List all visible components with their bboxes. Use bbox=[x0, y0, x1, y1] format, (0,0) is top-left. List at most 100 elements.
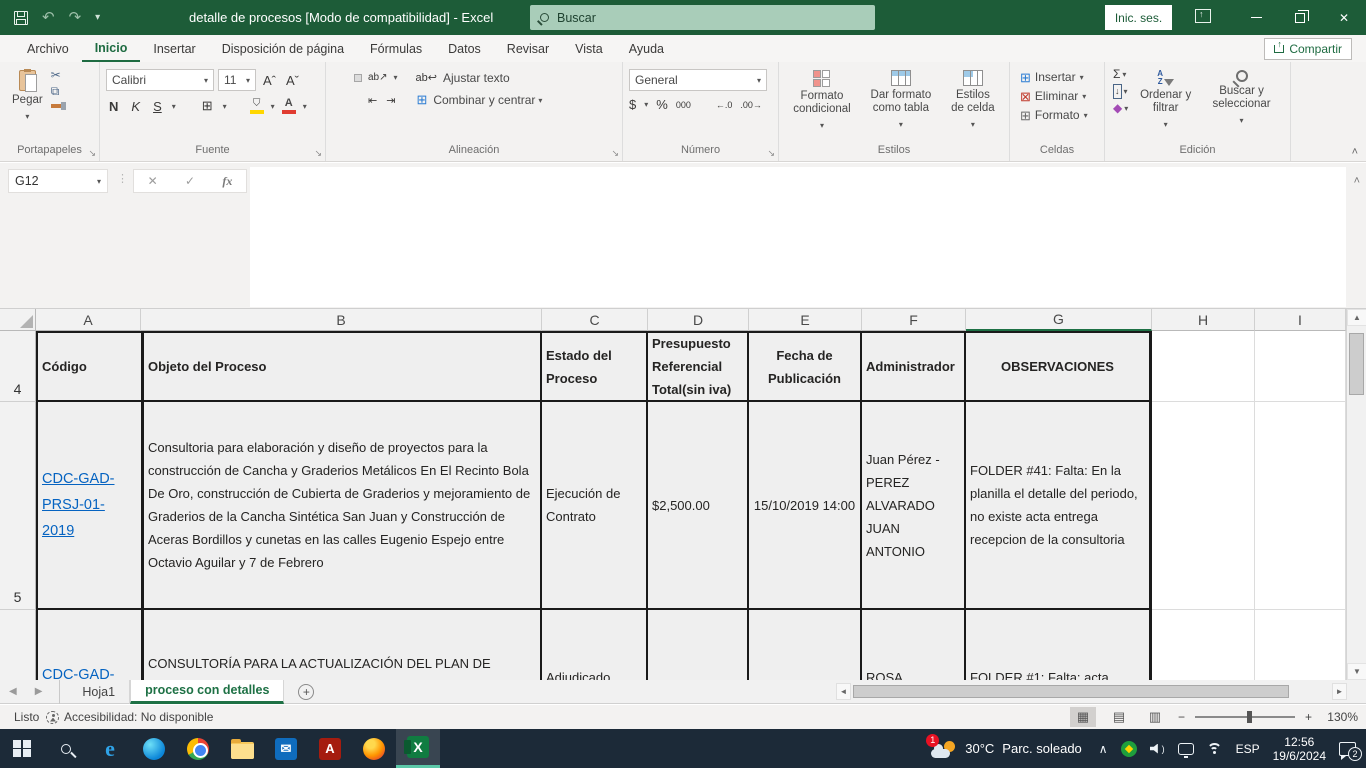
column-header-b[interactable]: B bbox=[141, 309, 542, 331]
underline-button[interactable]: S bbox=[150, 97, 165, 116]
scroll-right-icon[interactable]: ► bbox=[1332, 683, 1347, 700]
cell-i6[interactable] bbox=[1255, 610, 1346, 680]
tab-revisar[interactable]: Revisar bbox=[494, 35, 562, 62]
merge-center-button[interactable]: Combinar y centrar bbox=[433, 93, 535, 107]
column-header-f[interactable]: F bbox=[862, 309, 966, 331]
tab-disposicion[interactable]: Disposición de página bbox=[209, 35, 357, 62]
view-page-break-icon[interactable]: ▥ bbox=[1142, 707, 1168, 727]
cell-h5[interactable] bbox=[1152, 402, 1255, 610]
align-right-icon[interactable] bbox=[354, 96, 362, 104]
formula-input[interactable] bbox=[250, 167, 1346, 307]
taskbar-excel-button-active[interactable]: X bbox=[396, 729, 440, 768]
align-middle-icon[interactable] bbox=[343, 74, 351, 82]
zoom-slider[interactable] bbox=[1195, 716, 1295, 718]
dialog-launcher-icon[interactable]: ↘ bbox=[767, 148, 775, 159]
cell-c4[interactable]: Estado del Proceso bbox=[542, 331, 648, 402]
decrease-decimals-icon[interactable]: .00→ bbox=[740, 100, 762, 110]
taskbar-explorer-button[interactable] bbox=[220, 729, 264, 768]
dialog-launcher-icon[interactable]: ↘ bbox=[611, 148, 619, 159]
save-icon[interactable] bbox=[14, 11, 28, 25]
cell-e5[interactable]: 15/10/2019 14:00 bbox=[749, 402, 862, 610]
collapse-ribbon-icon[interactable]: ˄ bbox=[1352, 146, 1358, 158]
increase-decimals-icon[interactable]: ←.0 bbox=[716, 100, 733, 110]
cut-icon[interactable]: ✂ bbox=[51, 69, 62, 81]
column-header-a[interactable]: A bbox=[36, 309, 141, 331]
vertical-scroll-thumb[interactable] bbox=[1349, 333, 1364, 395]
cell-g5[interactable]: FOLDER #41: Falta: En la planilla el det… bbox=[966, 402, 1152, 610]
weather-widget[interactable]: 1 30°C Parc. soleado bbox=[931, 739, 1082, 759]
undo-icon[interactable]: ↶ bbox=[42, 10, 55, 25]
minimize-button[interactable] bbox=[1234, 0, 1278, 35]
cell-a6[interactable]: CDC-GAD- bbox=[36, 610, 141, 680]
cell-i5[interactable] bbox=[1255, 402, 1346, 610]
column-header-h[interactable]: H bbox=[1152, 309, 1255, 331]
cell-g6[interactable]: FOLDER #1: Falta: acta bbox=[966, 610, 1152, 680]
sheet-tab-hoja1[interactable]: Hoja1 bbox=[68, 680, 130, 704]
view-normal-icon[interactable]: ▦ bbox=[1070, 707, 1096, 727]
antivirus-icon[interactable] bbox=[1121, 741, 1137, 757]
cell-f4[interactable]: Administrador bbox=[862, 331, 966, 402]
tab-archivo[interactable]: Archivo bbox=[14, 35, 82, 62]
cell-h6[interactable] bbox=[1152, 610, 1255, 680]
horizontal-scroll-thumb[interactable] bbox=[853, 685, 1289, 698]
delete-cells-button[interactable]: ⊠ Eliminar ▾ bbox=[1016, 87, 1098, 105]
close-button[interactable]: ✕ bbox=[1322, 0, 1366, 35]
zoom-slider-thumb[interactable] bbox=[1247, 711, 1252, 723]
search-box[interactable]: Buscar bbox=[530, 5, 875, 30]
taskbar-firefox-button[interactable] bbox=[352, 729, 396, 768]
start-button[interactable] bbox=[0, 729, 44, 768]
chevron-down-icon[interactable]: ▾ bbox=[644, 100, 648, 109]
bold-button[interactable]: N bbox=[106, 97, 121, 116]
insert-cells-button[interactable]: ⊞ Insertar ▾ bbox=[1016, 68, 1098, 86]
column-header-d[interactable]: D bbox=[648, 309, 749, 331]
cell-a5[interactable]: CDC-GAD-PRSJ-01-2019 bbox=[36, 402, 141, 610]
cell-d5[interactable]: $2,500.00 bbox=[648, 402, 749, 610]
sheet-prev-icon[interactable]: ◀ bbox=[0, 686, 26, 697]
row-header-5[interactable]: 5 bbox=[0, 402, 36, 610]
tray-expand-icon[interactable]: ∧ bbox=[1099, 742, 1108, 756]
enter-icon[interactable]: ✓ bbox=[185, 174, 195, 188]
scroll-left-icon[interactable]: ◄ bbox=[836, 683, 851, 700]
wrap-text-button[interactable]: Ajustar texto bbox=[443, 71, 510, 85]
dialog-launcher-icon[interactable]: ↘ bbox=[88, 148, 96, 159]
align-top-icon[interactable] bbox=[332, 74, 340, 82]
font-color-button[interactable]: A bbox=[282, 98, 296, 114]
column-header-g-active[interactable]: G bbox=[966, 309, 1152, 331]
tab-formulas[interactable]: Fórmulas bbox=[357, 35, 435, 62]
scroll-down-icon[interactable]: ▼ bbox=[1347, 663, 1366, 680]
column-header-e[interactable]: E bbox=[749, 309, 862, 331]
volume-icon[interactable]: ) bbox=[1150, 744, 1165, 754]
name-box[interactable]: G12 ▾ bbox=[8, 169, 108, 193]
cast-icon[interactable] bbox=[1178, 743, 1194, 755]
cell-c5[interactable]: Ejecución de Contrato bbox=[542, 402, 648, 610]
decrease-font-icon[interactable]: Aˇ bbox=[283, 71, 302, 90]
ribbon-display-options-icon[interactable] bbox=[1195, 9, 1211, 23]
select-all-corner[interactable] bbox=[0, 309, 36, 331]
row-header-4[interactable]: 4 bbox=[0, 331, 36, 402]
insert-function-icon[interactable]: fx bbox=[222, 174, 232, 189]
cell-e6[interactable] bbox=[749, 610, 862, 680]
align-center-icon[interactable] bbox=[343, 96, 351, 104]
cell-h4[interactable] bbox=[1152, 331, 1255, 402]
cell-c6[interactable]: Adjudicado bbox=[542, 610, 648, 680]
orientation-icon[interactable]: ab↗ bbox=[365, 70, 391, 85]
chevron-down-icon[interactable]: ▾ bbox=[223, 102, 227, 111]
sign-in-button[interactable]: Inic. ses. bbox=[1105, 5, 1172, 30]
taskbar-search-button[interactable] bbox=[44, 729, 88, 768]
language-indicator[interactable]: ESP bbox=[1236, 742, 1260, 756]
cell-b4[interactable]: Objeto del Proceso bbox=[141, 331, 542, 402]
chevron-down-icon[interactable]: ▾ bbox=[172, 102, 176, 111]
increase-indent-icon[interactable]: ⇥ bbox=[383, 92, 398, 109]
notifications-icon[interactable]: 2 bbox=[1339, 742, 1356, 756]
restore-button[interactable] bbox=[1278, 0, 1322, 35]
decrease-indent-icon[interactable]: ⇤ bbox=[365, 92, 380, 109]
cell-f6[interactable]: ROSA bbox=[862, 610, 966, 680]
italic-button[interactable]: K bbox=[128, 97, 143, 116]
tab-ayuda[interactable]: Ayuda bbox=[616, 35, 677, 62]
taskbar-edge-button[interactable] bbox=[132, 729, 176, 768]
increase-font-icon[interactable]: Aˆ bbox=[260, 71, 279, 90]
sheet-next-icon[interactable]: ▶ bbox=[26, 686, 52, 697]
view-page-layout-icon[interactable]: ▤ bbox=[1106, 707, 1132, 727]
zoom-level[interactable]: 130% bbox=[1322, 710, 1358, 724]
taskbar-ie-button[interactable]: e bbox=[88, 729, 132, 768]
